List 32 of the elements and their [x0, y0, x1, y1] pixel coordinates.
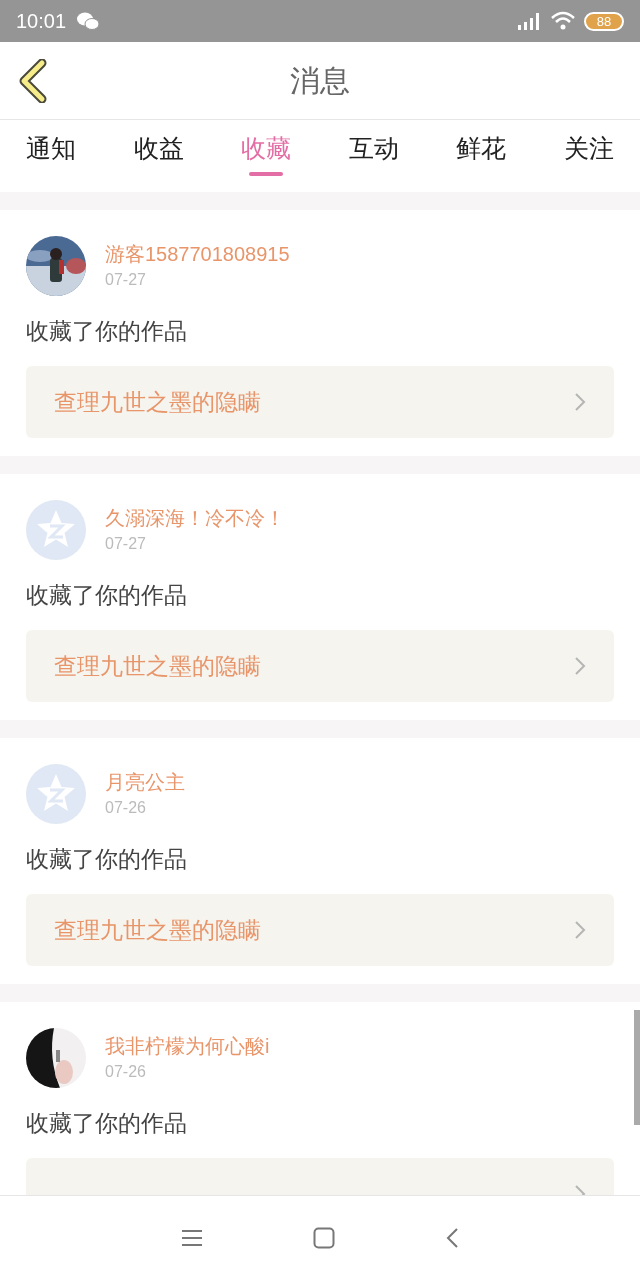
work-link[interactable]: 查理九世之墨的隐瞒	[26, 366, 614, 438]
user-name[interactable]: 月亮公主	[105, 768, 185, 796]
user-name[interactable]: 久溺深海！冷不冷！	[105, 504, 285, 532]
tab[interactable]: 鲜花	[456, 120, 507, 176]
menu-icon[interactable]	[181, 1228, 203, 1248]
work-link[interactable]: 查理九世之墨的隐瞒	[26, 894, 614, 966]
user-name[interactable]: 游客1587701808915	[105, 240, 290, 268]
signal-icon	[516, 11, 542, 31]
message-text: 收藏了你的作品	[26, 581, 188, 610]
home-icon[interactable]	[313, 1227, 335, 1249]
user-name[interactable]: 我非柠檬为何心酸i	[105, 1032, 270, 1060]
status-time: 10:01	[16, 9, 67, 34]
tab[interactable]: 关注	[563, 120, 614, 176]
message-date: 07-27	[105, 270, 147, 290]
default-avatar-icon	[26, 764, 86, 824]
message-text: 收藏了你的作品	[26, 1109, 188, 1138]
page-title: 消息	[290, 63, 350, 99]
tab[interactable]: 互动	[348, 120, 399, 176]
message-date: 07-26	[105, 1062, 147, 1082]
message-date: 07-26	[105, 798, 147, 818]
back-icon[interactable]	[445, 1227, 459, 1249]
chat-icon	[76, 11, 101, 31]
message-text: 收藏了你的作品	[26, 845, 188, 874]
tab[interactable]: 收藏	[241, 120, 292, 176]
battery-indicator: 88	[584, 11, 624, 31]
wifi-icon	[550, 11, 576, 31]
default-avatar-icon	[26, 500, 86, 560]
work-link[interactable]: 查理九世之墨的隐瞒	[26, 630, 614, 702]
message-text: 收藏了你的作品	[26, 317, 188, 346]
tab[interactable]: 收益	[133, 120, 184, 176]
message-date: 07-27	[105, 534, 147, 554]
tab[interactable]: 通知	[26, 120, 76, 176]
